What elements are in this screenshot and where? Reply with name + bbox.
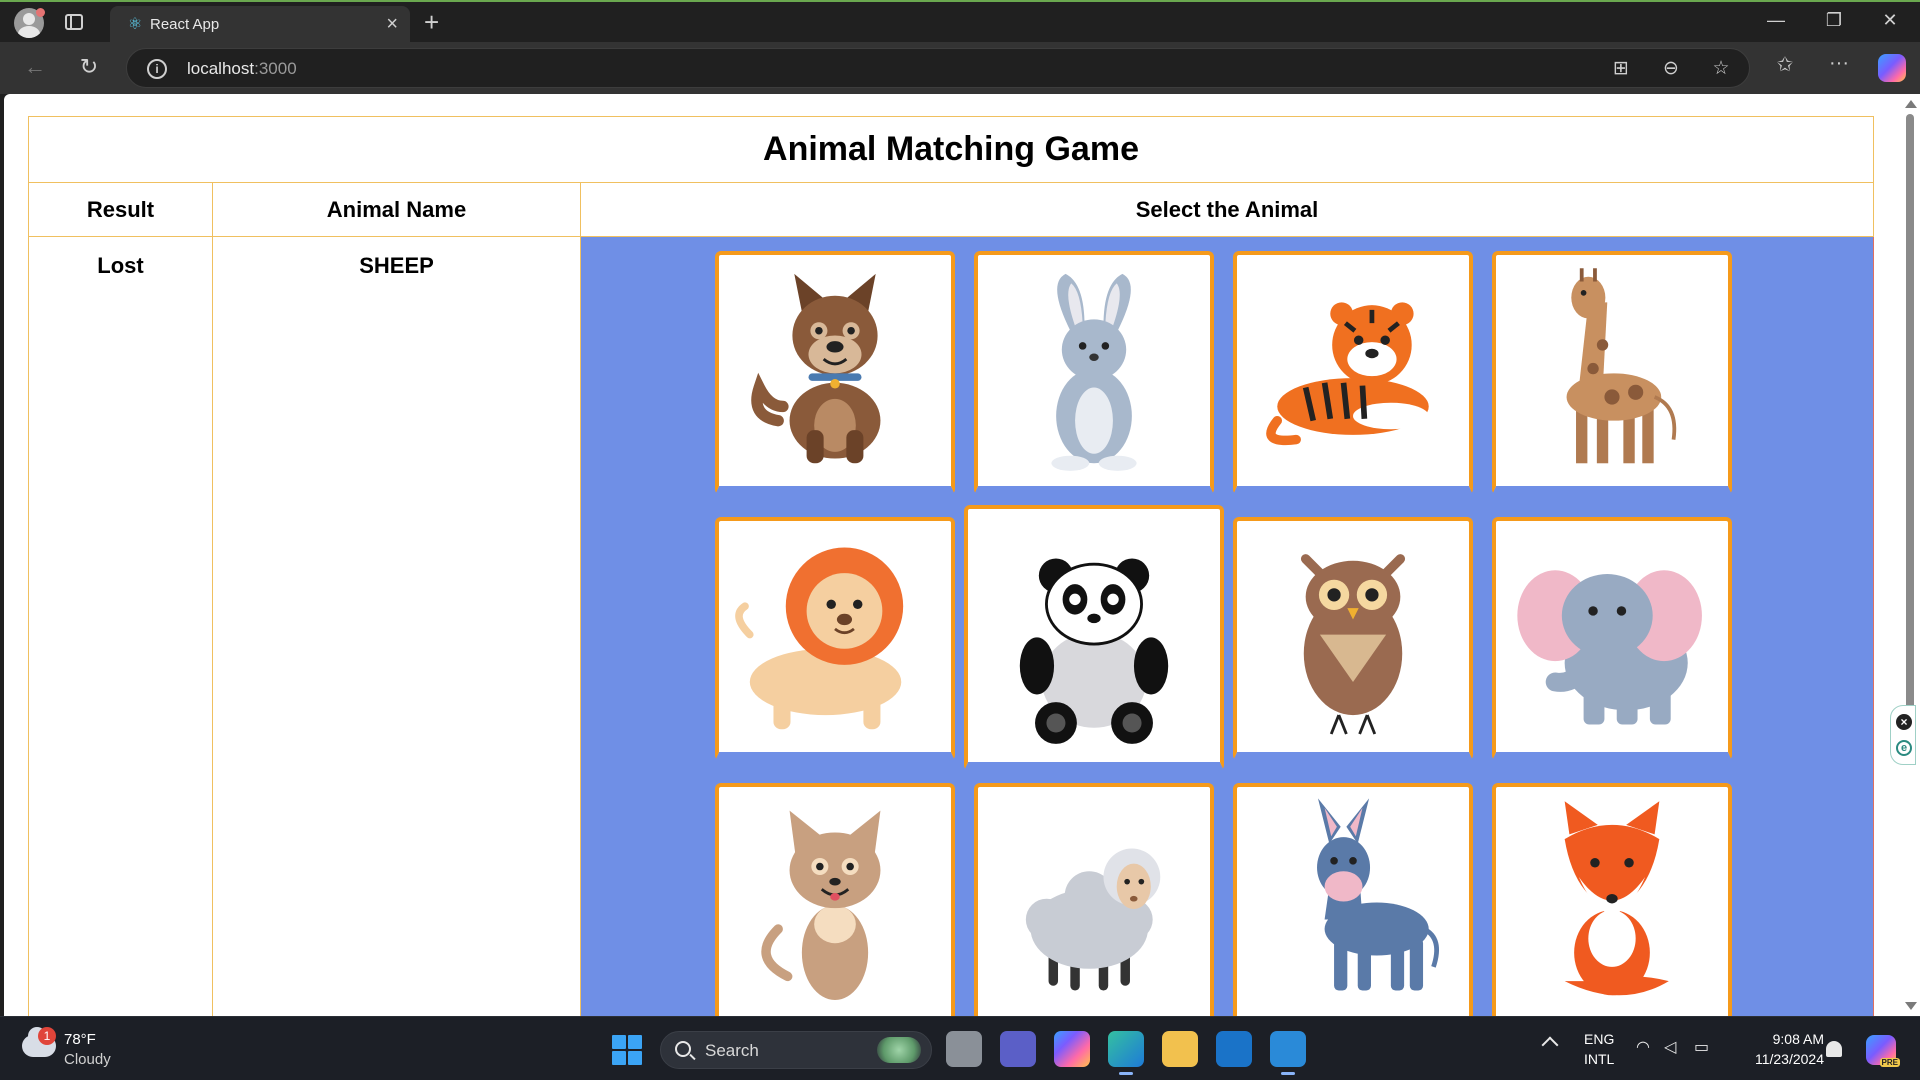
url-port: :3000 — [254, 59, 297, 78]
animal-card-fox[interactable] — [1492, 783, 1732, 1016]
close-circle-icon[interactable]: × — [1896, 714, 1912, 730]
language-indicator[interactable]: ENG INTL — [1584, 1029, 1614, 1069]
search-highlight-icon — [877, 1037, 921, 1063]
zoom-out-icon[interactable]: ⊖ — [1657, 57, 1685, 80]
react-favicon-icon: ⚛ — [127, 16, 143, 33]
scroll-thumb[interactable] — [1906, 114, 1914, 764]
weather-badge: 1 — [38, 1027, 56, 1045]
search-icon — [675, 1041, 691, 1057]
cat-image-icon — [761, 810, 881, 1001]
windows-taskbar: 1 78°F Cloudy Search ENG INTL ◠ ◁ ▭ 9:08… — [0, 1016, 1920, 1080]
tab-close-icon[interactable]: × — [386, 13, 398, 36]
battery-icon[interactable]: ▭ — [1694, 1037, 1709, 1057]
extension-side-pill[interactable]: × e — [1890, 705, 1916, 765]
language-line2: INTL — [1584, 1051, 1615, 1067]
giraffe-image-icon — [1566, 268, 1677, 464]
address-bar[interactable]: i localhost:3000 ⊞ ⊖ ☆ — [126, 48, 1750, 88]
page-viewport: Animal Matching Game Result Animal Name … — [4, 94, 1900, 1016]
animal-card-tiger[interactable] — [1233, 251, 1473, 495]
browser-toolbar: ← ↻ i localhost:3000 ⊞ ⊖ ☆ ✩ ··· — [0, 42, 1920, 94]
browser-tab-bar: ⚛ React App × + — ❐ ✕ — [0, 0, 1920, 44]
browser-tab-active[interactable]: ⚛ React App × — [110, 6, 410, 44]
outlook-icon[interactable] — [1216, 1031, 1252, 1067]
url-text[interactable]: localhost:3000 — [187, 59, 297, 79]
animal-card-rabbit[interactable] — [974, 251, 1214, 495]
page-scrollbar[interactable] — [1900, 94, 1920, 1016]
panda-image-icon — [1019, 558, 1169, 744]
dog-image-icon — [751, 273, 881, 464]
result-header: Result — [28, 182, 213, 237]
tiger-image-icon — [1266, 302, 1429, 446]
weather-description[interactable]: Cloudy — [64, 1051, 111, 1068]
clock-date: 11/23/2024 — [1754, 1051, 1824, 1067]
site-info-icon[interactable]: i — [147, 59, 167, 79]
copilot-badge: PRE — [1879, 1058, 1900, 1067]
animal-name-value: SHEEP — [212, 236, 581, 1016]
reload-icon[interactable]: ↻ — [74, 54, 104, 80]
animal-selection-grid — [580, 236, 1874, 1016]
favorites-list-icon[interactable]: ✩ — [1770, 52, 1800, 77]
restore-icon[interactable]: ❐ — [1814, 10, 1854, 31]
animal-card-dog[interactable] — [715, 251, 955, 495]
select-animal-header: Select the Animal — [580, 182, 1874, 237]
copilot-taskbar-icon[interactable]: PRE — [1866, 1035, 1900, 1067]
scroll-up-arrow-icon[interactable] — [1905, 100, 1917, 108]
edge-browser-icon[interactable] — [1108, 1031, 1144, 1075]
url-host: localhost — [187, 59, 255, 78]
sheep-image-icon — [1025, 848, 1161, 991]
animal-card-owl[interactable] — [1233, 517, 1473, 761]
owl-image-icon — [1300, 554, 1406, 735]
language-line1: ENG — [1584, 1031, 1615, 1047]
game-title: Animal Matching Game — [28, 116, 1874, 183]
close-window-icon[interactable]: ✕ — [1870, 10, 1910, 31]
search-label: Search — [705, 1041, 759, 1060]
minimize-icon[interactable]: — — [1756, 10, 1796, 31]
animal-card-panda[interactable] — [964, 505, 1224, 771]
clock-time: 9:08 AM — [1772, 1031, 1824, 1047]
favorite-star-icon[interactable]: ☆ — [1707, 57, 1735, 80]
profile-notification-dot — [36, 8, 45, 17]
task-view-icon[interactable] — [946, 1031, 982, 1067]
animal-card-giraffe[interactable] — [1492, 251, 1732, 495]
animal-card-elephant[interactable] — [1492, 517, 1732, 761]
elephant-image-icon — [1517, 570, 1702, 725]
rabbit-image-icon — [1051, 273, 1137, 471]
extension-e-icon[interactable]: e — [1896, 740, 1912, 756]
weather-temperature[interactable]: 78°F — [64, 1031, 96, 1048]
wifi-icon[interactable]: ◠ — [1636, 1037, 1650, 1057]
lion-image-icon — [735, 547, 904, 730]
animal-card-sheep[interactable] — [974, 783, 1214, 1016]
more-options-icon[interactable]: ··· — [1824, 52, 1854, 75]
tray-chevron-up-icon[interactable] — [1541, 1036, 1559, 1054]
start-windows-icon[interactable] — [612, 1035, 642, 1065]
back-arrow-icon[interactable]: ← — [20, 54, 50, 80]
copilot-app-icon[interactable] — [1054, 1031, 1090, 1067]
scroll-down-arrow-icon[interactable] — [1905, 1002, 1917, 1010]
vscode-icon[interactable] — [1270, 1031, 1306, 1075]
file-explorer-icon[interactable] — [1162, 1031, 1198, 1067]
teams-icon[interactable] — [1000, 1031, 1036, 1067]
game-table: Animal Matching Game Result Animal Name … — [28, 116, 1874, 1016]
app-install-icon[interactable]: ⊞ — [1607, 57, 1635, 80]
new-tab-plus-icon[interactable]: + — [424, 7, 439, 38]
animal-card-donkey[interactable] — [1233, 783, 1473, 1016]
notification-bell-icon[interactable] — [1826, 1041, 1842, 1057]
copilot-icon[interactable] — [1878, 54, 1906, 82]
animal-name-header: Animal Name — [212, 182, 581, 237]
system-clock[interactable]: 9:08 AM 11/23/2024 — [1736, 1029, 1824, 1069]
animal-card-cat[interactable] — [715, 783, 955, 1016]
fox-image-icon — [1564, 801, 1669, 996]
result-value: Lost — [28, 236, 213, 1016]
donkey-image-icon — [1317, 798, 1439, 991]
animal-card-lion[interactable] — [715, 517, 955, 761]
tab-actions-icon[interactable] — [65, 14, 83, 30]
taskbar-search[interactable]: Search — [660, 1031, 932, 1069]
tab-title: React App — [150, 16, 220, 33]
volume-icon[interactable]: ◁ — [1664, 1037, 1676, 1057]
